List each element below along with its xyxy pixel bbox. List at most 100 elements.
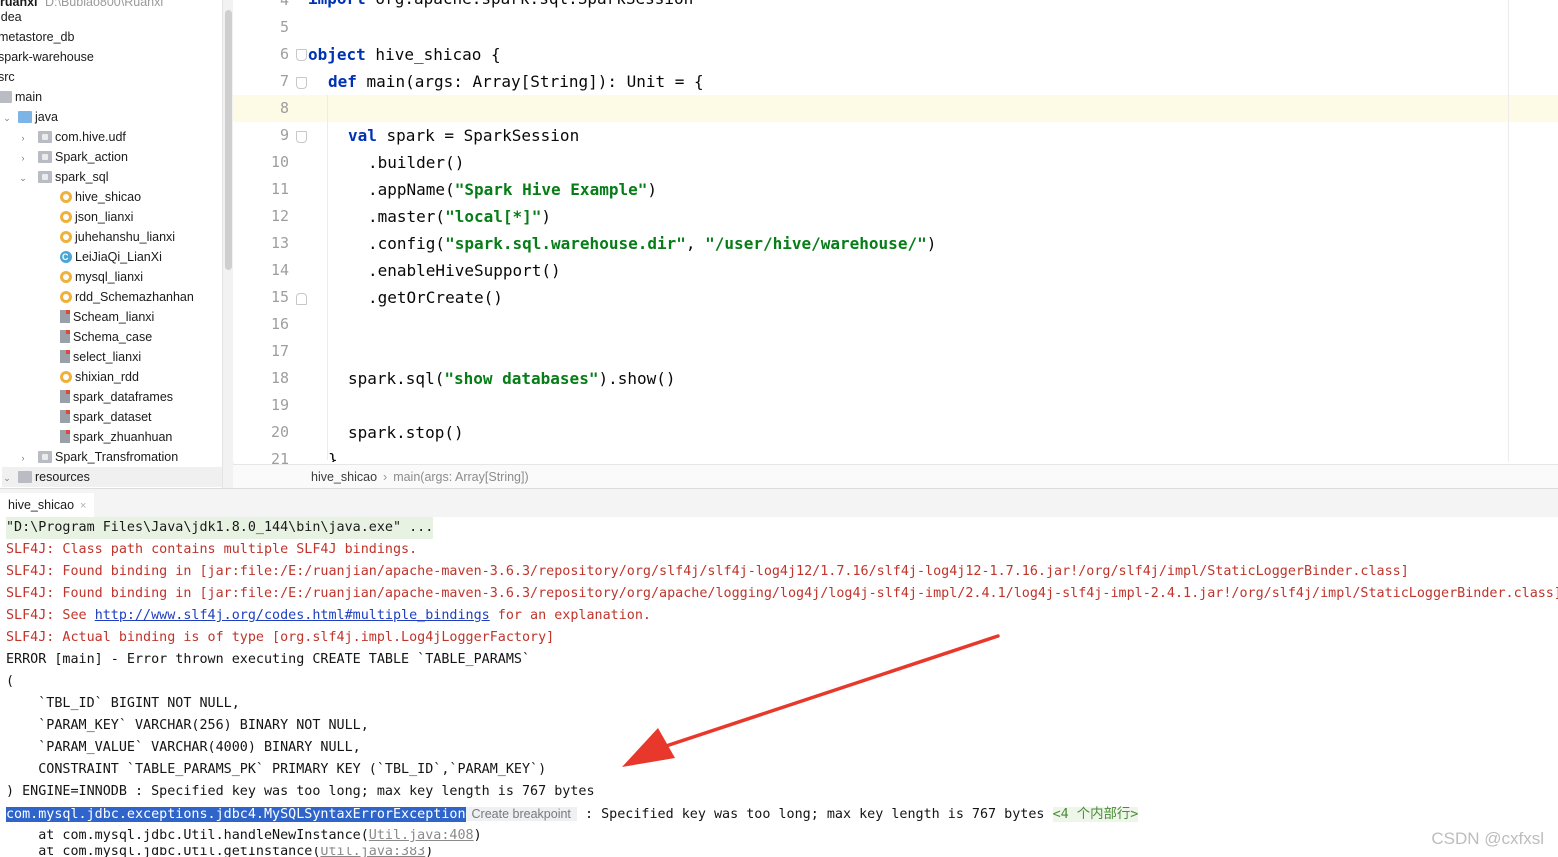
tree-item-select-lianxi[interactable]: select_lianxi xyxy=(60,347,141,367)
right-margin-guide xyxy=(1508,0,1509,462)
create-breakpoint-button[interactable]: Create breakpoint xyxy=(465,807,577,821)
line-number: 14 xyxy=(270,261,289,279)
code-line-10[interactable]: .builder() xyxy=(368,153,464,172)
console-line: SLF4J: Found binding in [jar:file:/E:/ru… xyxy=(6,564,1409,579)
tree-item-label: json_lianxi xyxy=(75,210,134,224)
console-text: SLF4J: See xyxy=(6,608,95,623)
internal-lines-fold[interactable]: <4 个内部行> xyxy=(1052,807,1139,822)
fold-marker-icon[interactable] xyxy=(296,77,307,89)
tree-item-spark-transfromation[interactable]: › Spark_Transfromation xyxy=(18,447,179,468)
tree-item-label: spark_dataset xyxy=(73,410,152,424)
code-text: , xyxy=(685,234,706,253)
console-link[interactable]: http://www.slf4j.org/codes.html#multiple… xyxy=(95,608,490,623)
breadcrumb-method[interactable]: main(args: Array[String]) xyxy=(393,470,528,484)
tree-item-shixian-rdd[interactable]: shixian_rdd xyxy=(60,367,139,387)
tree-scrollbar-thumb[interactable] xyxy=(225,10,232,270)
tree-item-com-hive-udf[interactable]: › com.hive.udf xyxy=(18,127,126,147)
keyword: def xyxy=(328,72,357,91)
code-line-20[interactable]: spark.stop() xyxy=(348,423,464,442)
code-line-7[interactable]: def main(args: Array[String]): Unit = { xyxy=(328,72,704,91)
code-line-13[interactable]: .config("spark.sql.warehouse.dir", "/use… xyxy=(368,234,936,253)
code-text: .master( xyxy=(368,207,446,226)
code-text: ) xyxy=(647,180,657,199)
tree-item-rdd-schemazhanhan[interactable]: rdd_Schemazhanhan xyxy=(60,287,194,307)
line-number: 9 xyxy=(279,126,289,144)
fold-end-marker-icon[interactable] xyxy=(296,293,307,305)
source-folder-icon xyxy=(18,111,32,123)
scala-file-icon xyxy=(60,390,70,403)
tree-item-json-lianxi[interactable]: json_lianxi xyxy=(60,207,133,227)
tree-item-label: LeiJiaQi_LianXi xyxy=(75,250,162,264)
chevron-right-icon[interactable]: › xyxy=(18,148,28,168)
scala-object-icon xyxy=(60,211,72,223)
code-text: org.apache.spark.sql.SparkSession xyxy=(366,0,693,8)
tree-item-leijiaqi-lianxi[interactable]: LeiJiaQi_LianXi xyxy=(60,247,162,267)
chevron-down-icon[interactable]: ⌄ xyxy=(2,468,12,488)
scala-file-icon xyxy=(60,410,70,423)
exception-class-link[interactable]: com.mysql.jdbc.exceptions.jdbc4.MySQLSyn… xyxy=(6,807,466,822)
chevron-down-icon[interactable]: ⌄ xyxy=(18,168,28,188)
console-line: ERROR [main] - Error thrown executing CR… xyxy=(6,652,531,667)
tree-item-mysql-lianxi[interactable]: mysql_lianxi xyxy=(60,267,143,287)
tree-root-partial[interactable]: ruanxi D:\Bubiao800\Ruanxi xyxy=(0,0,163,12)
stack-frame: at com.mysql.jdbc.Util.handleNewInstance… xyxy=(6,825,481,847)
code-line-21[interactable]: } xyxy=(328,450,338,462)
tree-item-resources[interactable]: ⌄ resources xyxy=(2,467,222,487)
console-line: SLF4J: Found binding in [jar:file:/E:/ru… xyxy=(6,586,1558,601)
tree-item-label: Spark_action xyxy=(55,150,128,164)
tree-item-main[interactable]: main xyxy=(0,87,42,107)
tree-item-metastore-db[interactable]: metastore_db xyxy=(0,27,74,47)
tree-item-spark-warehouse[interactable]: spark-warehouse xyxy=(0,47,94,67)
tree-item-spark-dataframes[interactable]: spark_dataframes xyxy=(60,387,173,407)
tree-item-scheam-lianxi[interactable]: Scheam_lianxi xyxy=(60,307,154,327)
tree-item-src[interactable]: src xyxy=(0,67,15,87)
line-number: 16 xyxy=(270,315,289,333)
tree-item-label: spark_sql xyxy=(55,170,109,184)
stack-frame-link[interactable]: Util.java:408 xyxy=(369,828,474,843)
code-text: ) xyxy=(541,207,552,226)
console-command-line[interactable]: "D:\Program Files\Java\jdk1.8.0_144\bin\… xyxy=(6,517,434,539)
keyword: val xyxy=(348,126,377,145)
string-literal: "local[*]" xyxy=(445,207,542,226)
package-icon xyxy=(38,151,52,163)
package-icon xyxy=(38,451,52,463)
chevron-right-icon[interactable]: › xyxy=(18,448,28,468)
string-literal: "Spark Hive Example" xyxy=(454,180,648,199)
tree-item-spark-sql[interactable]: ⌄ spark_sql xyxy=(18,167,109,188)
tree-item-label: java xyxy=(35,110,58,124)
fold-marker-icon[interactable] xyxy=(296,131,307,143)
close-icon[interactable]: × xyxy=(80,500,86,512)
console-line: `TBL_ID` BIGINT NOT NULL, xyxy=(6,696,240,711)
code-line-12[interactable]: .master("local[*]") xyxy=(368,207,551,226)
tree-item-idea[interactable]: idea xyxy=(0,7,22,27)
tree-item-spark-dataset[interactable]: spark_dataset xyxy=(60,407,152,427)
tree-item-spark-zhuanhuan[interactable]: spark_zhuanhuan xyxy=(60,427,172,447)
code-line-9[interactable]: val spark = SparkSession xyxy=(348,126,579,145)
tree-item-hive-shicao[interactable]: hive_shicao xyxy=(60,187,141,207)
stack-frame-link[interactable]: Util.java:383 xyxy=(320,847,425,857)
code-line-14[interactable]: .enableHiveSupport() xyxy=(368,261,561,280)
tree-item-schema-case[interactable]: Schema_case xyxy=(60,327,152,347)
tree-item-label: juhehanshu_lianxi xyxy=(75,230,176,244)
code-line-18[interactable]: spark.sql("show databases").show() xyxy=(348,369,676,388)
tree-item-label: spark-warehouse xyxy=(0,50,94,64)
code-line-4[interactable]: import org.apache.spark.sql.SparkSession xyxy=(308,0,693,8)
chevron-down-icon[interactable]: ⌄ xyxy=(2,108,12,128)
breadcrumb-file[interactable]: hive_shicao xyxy=(311,470,377,484)
tree-item-label: Schema_case xyxy=(73,330,153,344)
fold-marker-icon[interactable] xyxy=(296,49,307,61)
line-number: 8 xyxy=(279,99,289,117)
tree-item-java[interactable]: ⌄ java xyxy=(2,107,58,127)
tree-item-spark-action[interactable]: › Spark_action xyxy=(18,147,128,167)
code-line-11[interactable]: .appName("Spark Hive Example") xyxy=(368,180,657,199)
code-line-15[interactable]: .getOrCreate() xyxy=(368,288,503,307)
package-icon xyxy=(38,131,52,143)
tree-item-label: select_lianxi xyxy=(73,350,142,364)
tree-item-juhehanshu-lianxi[interactable]: juhehanshu_lianxi xyxy=(60,227,175,247)
code-line-6[interactable]: object hive_shicao { xyxy=(308,45,501,64)
code-text: ).show() xyxy=(598,369,676,388)
run-tab[interactable]: hive_shicao × xyxy=(0,493,95,519)
chevron-right-icon[interactable]: › xyxy=(18,128,28,148)
console-line: `PARAM_KEY` VARCHAR(256) BINARY NOT NULL… xyxy=(6,718,369,733)
stack-frame-text: at com.mysql.jdbc.Util.getInstance( xyxy=(6,847,321,857)
